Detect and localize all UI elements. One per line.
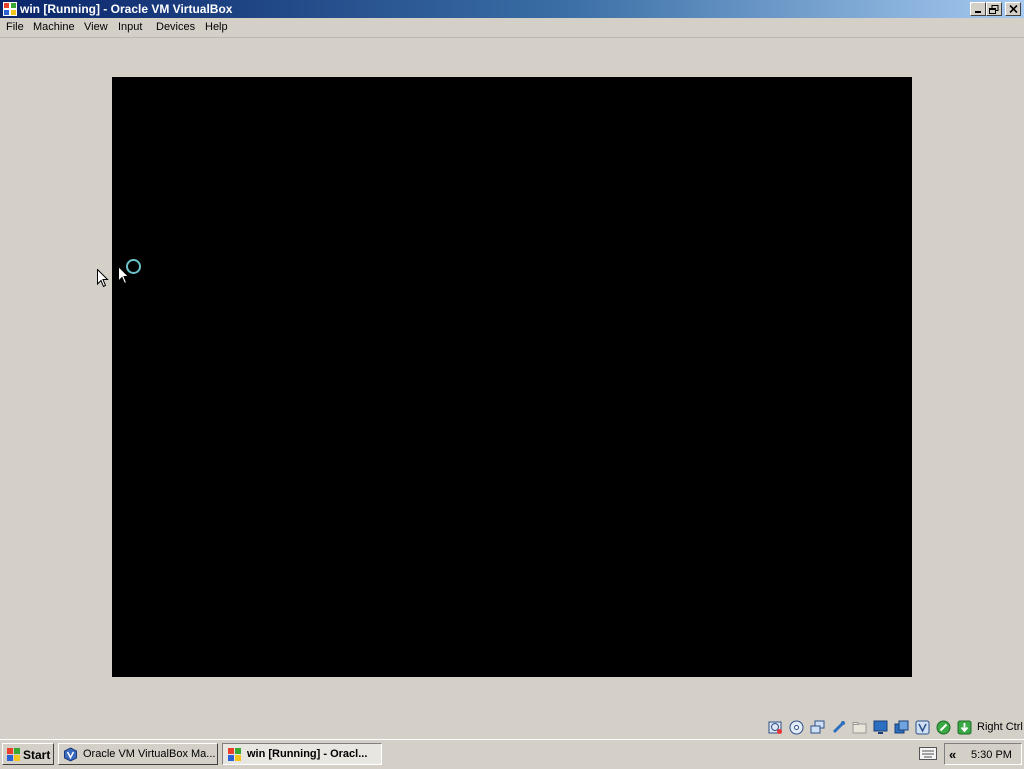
restore-button[interactable] xyxy=(986,2,1002,16)
windows-logo-icon xyxy=(7,748,20,761)
app-icon[interactable] xyxy=(2,1,18,17)
task-label: win [Running] - Oracl... xyxy=(247,748,368,760)
harddisk-icon[interactable] xyxy=(768,720,783,735)
clock[interactable]: 5:30 PM xyxy=(971,749,1012,761)
menu-machine[interactable]: Machine xyxy=(33,21,75,33)
start-label: Start xyxy=(23,748,51,762)
status-bar: Right Ctrl xyxy=(0,717,1024,738)
show-hidden-icons-button[interactable]: « xyxy=(949,747,956,762)
video-capture-icon[interactable] xyxy=(894,720,909,735)
shared-folders-icon[interactable] xyxy=(852,720,867,735)
vm-display[interactable] xyxy=(112,77,912,677)
display-icon[interactable] xyxy=(873,720,888,735)
mouse-pointer-icon xyxy=(97,269,109,288)
system-tray: « 5:30 PM xyxy=(944,743,1022,765)
menu-bar: File Machine View Input Devices Help xyxy=(0,18,1024,38)
host-key-label: Right Ctrl xyxy=(977,721,1023,733)
taskbar: Start Oracle VM VirtualBox Ma... win [Ru… xyxy=(0,739,1024,769)
task-label: Oracle VM VirtualBox Ma... xyxy=(83,748,215,760)
mouse-integration-icon[interactable] xyxy=(936,720,951,735)
keyboard-icon[interactable] xyxy=(919,747,937,760)
menu-input[interactable]: Input xyxy=(118,21,142,33)
taskbar-button-vm-window[interactable]: win [Running] - Oracl... xyxy=(222,743,382,765)
optical-disk-icon[interactable] xyxy=(789,720,804,735)
menu-devices[interactable]: Devices xyxy=(156,21,195,33)
taskbar-button-virtualbox-manager[interactable]: Oracle VM VirtualBox Ma... xyxy=(58,743,218,765)
network-icon[interactable] xyxy=(810,720,825,735)
minimize-icon xyxy=(975,11,981,13)
virtualization-icon[interactable] xyxy=(915,720,930,735)
restore-icon xyxy=(989,4,999,14)
virtualbox-icon xyxy=(64,747,77,762)
menu-help[interactable]: Help xyxy=(205,21,228,33)
window-title: win [Running] - Oracle VM VirtualBox xyxy=(20,2,233,16)
guest-pointer-icon xyxy=(118,266,130,285)
menu-view[interactable]: View xyxy=(84,21,108,33)
usb-icon[interactable] xyxy=(831,720,846,735)
menu-file[interactable]: File xyxy=(6,21,24,33)
vm-window-icon xyxy=(228,748,241,761)
start-button[interactable]: Start xyxy=(2,743,54,765)
title-bar[interactable]: win [Running] - Oracle VM VirtualBox xyxy=(0,0,1024,18)
minimize-button[interactable] xyxy=(970,2,986,16)
close-icon xyxy=(1008,5,1018,13)
close-button[interactable] xyxy=(1005,2,1021,16)
host-key-icon[interactable] xyxy=(957,720,972,735)
